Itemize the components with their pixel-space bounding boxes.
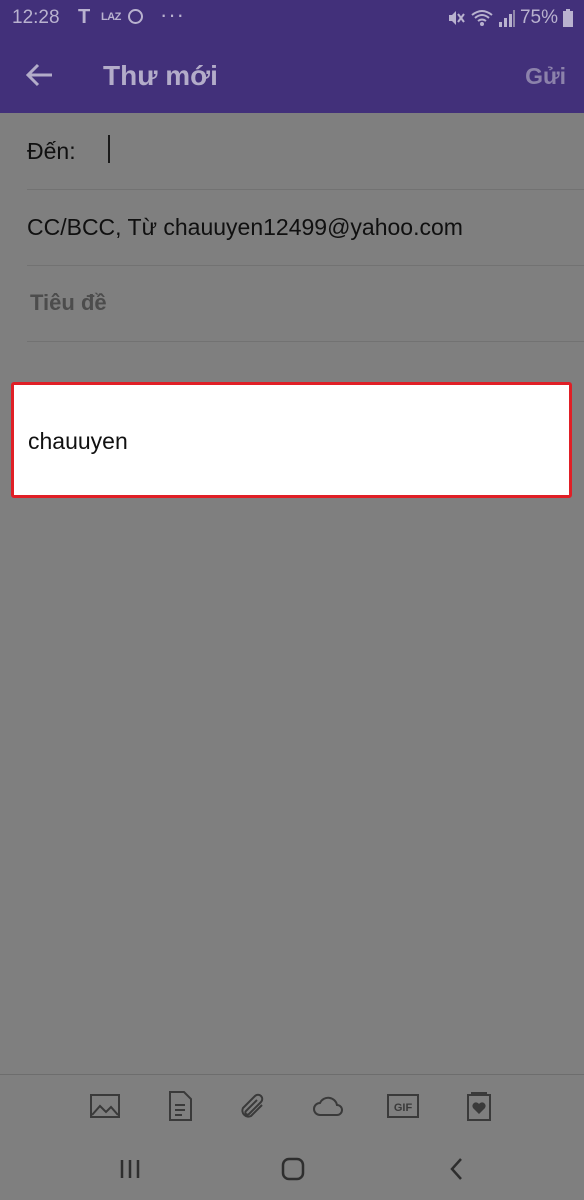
battery-icon [563, 9, 573, 27]
cc-bcc-from-label: CC/BCC, Từ chauuyen12499@yahoo.com [27, 214, 463, 240]
sticker-icon[interactable] [462, 1089, 496, 1123]
notification-t-icon: T [78, 6, 91, 28]
attachment-icon[interactable] [236, 1089, 270, 1123]
gif-icon[interactable]: GIF [386, 1089, 420, 1123]
status-time: 12:28 [12, 7, 60, 28]
compose-toolbar: GIF [0, 1074, 584, 1136]
page-title: Thư mới [103, 60, 218, 91]
subject-placeholder: Tiêu đề [30, 290, 107, 315]
signal-icon [498, 10, 515, 27]
mute-icon [448, 11, 465, 25]
recent-apps-icon[interactable] [115, 1154, 145, 1184]
home-icon[interactable] [278, 1154, 308, 1184]
app-bar: Thư mới Gửi [0, 36, 584, 113]
send-button[interactable]: Gửi [525, 63, 566, 90]
gif-icon-label: GIF [394, 1102, 413, 1114]
status-bar: 12:28 T LAZ ··· 75% [0, 0, 584, 36]
image-icon[interactable] [88, 1089, 122, 1123]
system-nav-bar [0, 1136, 584, 1200]
back-arrow-icon[interactable] [22, 58, 56, 92]
notification-laz-icon: LAZ [101, 11, 121, 23]
signature-text: chauuyen [28, 428, 128, 454]
subject-field[interactable]: Tiêu đề [27, 266, 584, 342]
cloud-icon[interactable] [311, 1089, 345, 1123]
cc-bcc-from-field[interactable]: CC/BCC, Từ chauuyen12499@yahoo.com [27, 190, 584, 266]
to-field[interactable]: Đến: [27, 113, 584, 190]
message-body-signature[interactable]: chauuyen [11, 382, 572, 498]
to-label: Đến: [27, 138, 76, 164]
status-right-group: 75% [446, 6, 574, 30]
document-icon[interactable] [163, 1089, 197, 1123]
wifi-icon [471, 10, 493, 26]
battery-percent: 75% [519, 7, 558, 28]
text-cursor [108, 135, 110, 163]
notification-app-icon [128, 9, 143, 24]
system-back-icon[interactable] [442, 1154, 472, 1184]
more-notifications-icon: ··· [160, 2, 185, 27]
